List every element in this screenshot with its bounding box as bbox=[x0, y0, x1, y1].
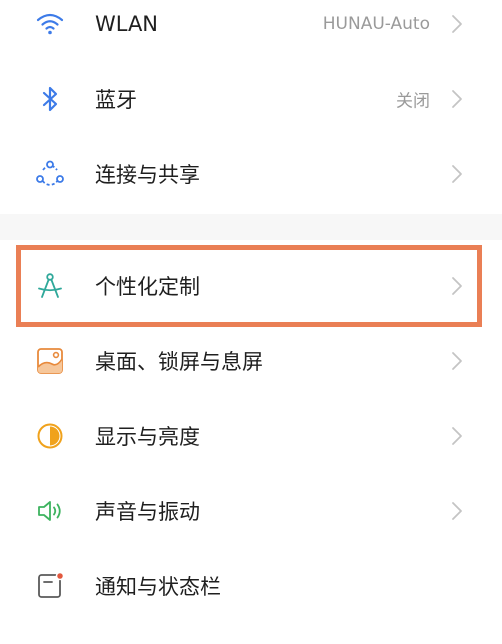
settings-item-desktop-lockscreen[interactable]: 桌面、锁屏与息屏 bbox=[0, 331, 502, 391]
settings-item-label: 个性化定制 bbox=[95, 275, 200, 299]
section-divider bbox=[0, 214, 502, 240]
settings-item-notification-statusbar[interactable]: 通知与状态栏 bbox=[0, 556, 502, 616]
chevron-right-icon bbox=[450, 88, 464, 110]
settings-item-label: 桌面、锁屏与息屏 bbox=[95, 350, 263, 374]
chevron-right-icon bbox=[450, 425, 464, 447]
notification-icon bbox=[33, 569, 67, 603]
settings-item-sound-vibration[interactable]: 声音与振动 bbox=[0, 481, 502, 541]
chevron-right-icon bbox=[450, 350, 464, 372]
settings-item-display-brightness[interactable]: 显示与亮度 bbox=[0, 406, 502, 466]
settings-item-label: 连接与共享 bbox=[95, 163, 200, 187]
chevron-right-icon bbox=[450, 275, 464, 297]
chevron-right-icon bbox=[450, 163, 464, 185]
bluetooth-status-value: 关闭 bbox=[396, 91, 430, 112]
speaker-icon bbox=[33, 494, 67, 528]
settings-item-personalization[interactable]: 个性化定制 bbox=[0, 256, 502, 316]
chevron-right-icon bbox=[450, 13, 464, 35]
share-connection-icon bbox=[33, 157, 67, 191]
chevron-right-icon bbox=[450, 500, 464, 522]
brightness-icon bbox=[33, 419, 67, 453]
settings-item-bluetooth[interactable]: 蓝牙 关闭 bbox=[0, 69, 502, 129]
wlan-network-value: HUNAU-Auto bbox=[322, 14, 430, 34]
settings-item-label: 显示与亮度 bbox=[95, 425, 200, 449]
compass-personalize-icon bbox=[33, 269, 67, 303]
settings-item-label: 蓝牙 bbox=[95, 88, 137, 112]
settings-item-label: WLAN bbox=[95, 12, 159, 36]
settings-item-label: 通知与状态栏 bbox=[95, 575, 221, 599]
bluetooth-icon bbox=[33, 82, 67, 116]
wallpaper-icon bbox=[33, 344, 67, 378]
settings-item-connection-sharing[interactable]: 连接与共享 bbox=[0, 144, 502, 204]
wifi-icon bbox=[33, 7, 67, 41]
settings-item-label: 声音与振动 bbox=[95, 500, 200, 524]
settings-item-wlan[interactable]: WLAN HUNAU-Auto bbox=[0, 0, 502, 54]
